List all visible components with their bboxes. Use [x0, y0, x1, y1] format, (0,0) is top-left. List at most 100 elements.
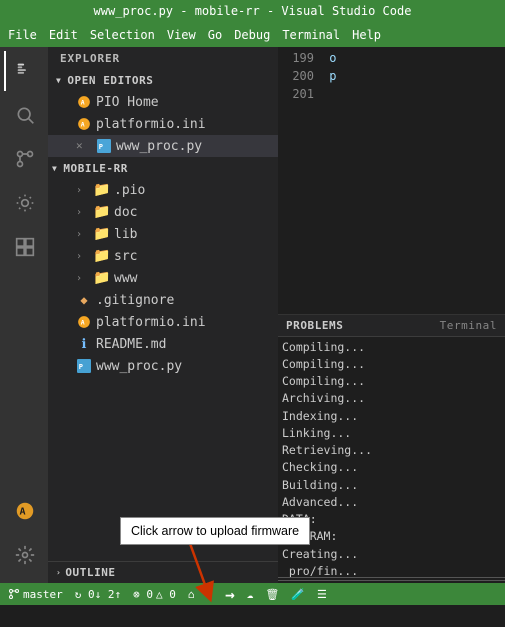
www-proc-py-label: www_proc.py [96, 359, 182, 374]
pio-home-icon: A [76, 94, 92, 110]
test-item[interactable]: 🧪 [291, 588, 305, 601]
chevron-src: › [76, 251, 90, 262]
chevron-www: › [76, 273, 90, 284]
file-gitignore[interactable]: ◆ .gitignore [48, 289, 278, 311]
output-line-3: Archiving... [282, 390, 501, 407]
www-proc-py-label-open: www_proc.py [116, 139, 202, 154]
git-branch-item[interactable]: master [8, 588, 63, 601]
activity-bottom-group: A [4, 491, 44, 583]
open-editor-platformio-ini[interactable]: A platformio.ini [48, 113, 278, 135]
list-item[interactable]: ☰ [317, 588, 327, 601]
outline-label: OUTLINE [65, 566, 115, 579]
doc-folder-label: doc [114, 205, 137, 220]
folder-pio[interactable]: › 📁 .pio [48, 179, 278, 201]
line-num-200: 200 [284, 67, 314, 85]
svg-text:A: A [20, 507, 26, 518]
line-text-199: o [329, 51, 336, 65]
trash-item[interactable]: 🗑 [265, 588, 279, 601]
problems-area: PROBLEMS Terminal Compiling... Compiling… [278, 314, 505, 578]
open-editors-section[interactable]: ▼ OPEN EDITORS [48, 69, 278, 91]
sync-item[interactable]: ↻ 0↓ 2↑ [75, 588, 121, 601]
readme-label: README.md [96, 337, 166, 352]
output-line-9: Advanced... [282, 494, 501, 511]
output-line-6: Retrieving... [282, 442, 501, 459]
settings-activity-icon[interactable] [4, 535, 44, 575]
home-item[interactable]: ⌂ [188, 588, 195, 601]
output-line-7: Checking... [282, 459, 501, 476]
explorer-activity-icon[interactable] [4, 51, 44, 91]
open-editor-www-proc-py[interactable]: ✕ P www_proc.py [48, 135, 278, 157]
file-platformio-ini[interactable]: A platformio.ini [48, 311, 278, 333]
search-activity-icon[interactable] [4, 95, 44, 135]
folder-src[interactable]: › 📁 src [48, 245, 278, 267]
mobile-rr-section[interactable]: ▼ MOBILE-RR [48, 157, 278, 179]
menu-view[interactable]: View [167, 28, 196, 42]
folder-doc[interactable]: › 📁 doc [48, 201, 278, 223]
folder-www[interactable]: › 📁 www [48, 267, 278, 289]
extensions-activity-icon[interactable] [4, 227, 44, 267]
check-item[interactable]: ✓ [206, 588, 213, 601]
code-line-201: 201 [284, 85, 499, 103]
open-editor-pio-home[interactable]: A PIO Home [48, 91, 278, 113]
terminal-label: Terminal [440, 319, 497, 332]
menu-debug[interactable]: Debug [234, 28, 270, 42]
menu-help[interactable]: Help [352, 28, 381, 42]
home-icon: ⌂ [188, 588, 195, 601]
menu-go[interactable]: Go [208, 28, 222, 42]
errors-label: ⊗ 0 [133, 588, 153, 601]
code-line-200: 200 p [284, 67, 499, 85]
output-line-12: Creating... [282, 546, 501, 563]
upload-arrow-item[interactable]: → [225, 585, 235, 604]
lib-folder-icon: 📁 [94, 226, 110, 242]
output-line-1: Compiling... [282, 356, 501, 373]
www-folder-icon: 📁 [94, 270, 110, 286]
editor-content: 199 o 200 p 201 [278, 47, 505, 314]
warnings-label: △ 0 [156, 588, 176, 601]
check-icon: ✓ [206, 588, 213, 601]
open-editors-label: OPEN EDITORS [67, 74, 153, 87]
src-folder-label: src [114, 249, 137, 264]
gitignore-label: .gitignore [96, 293, 174, 308]
title-text: www_proc.py - mobile-rr - Visual Studio … [94, 4, 412, 18]
svg-text:A: A [81, 98, 85, 106]
menu-file[interactable]: File [8, 28, 37, 42]
test-icon: 🧪 [291, 588, 305, 601]
debug-activity-icon[interactable] [4, 183, 44, 223]
output-line-8: Building... [282, 477, 501, 494]
pio-activity-icon[interactable]: A [4, 491, 44, 531]
menu-terminal[interactable]: Terminal [282, 28, 340, 42]
www-proc-py-icon: P [76, 358, 92, 374]
menu-selection[interactable]: Selection [90, 28, 155, 42]
folder-lib[interactable]: › 📁 lib [48, 223, 278, 245]
svg-text:P: P [79, 363, 83, 371]
file-www-proc-py[interactable]: P www_proc.py [48, 355, 278, 377]
status-bar: master ↻ 0↓ 2↑ ⊗ 0 △ 0 ⌂ ✓ → ☁ 🗑 🧪 ☰ Cli… [0, 583, 505, 605]
output-content: Compiling... Compiling... Compiling... A… [278, 337, 505, 578]
readme-icon: ℹ [76, 336, 92, 352]
file-readme[interactable]: ℹ README.md [48, 333, 278, 355]
pio-home-label: PIO Home [96, 95, 159, 110]
output-line-10: DATA: [282, 511, 501, 528]
main-layout: A EXPLORER ▼ OPEN EDITORS A PIO Home A p… [0, 47, 505, 583]
menu-edit[interactable]: Edit [49, 28, 78, 42]
svg-text:A: A [81, 318, 85, 326]
platformio-ini-icon: A [76, 314, 92, 330]
cloud-icon: ☁ [247, 588, 254, 601]
title-bar: www_proc.py - mobile-rr - Visual Studio … [0, 0, 505, 22]
www-proc-py-icon-open: P [96, 138, 112, 154]
outline-section[interactable]: › OUTLINE [48, 561, 278, 583]
cloud-item[interactable]: ☁ [247, 588, 254, 601]
close-www-proc-icon[interactable]: ✕ [76, 139, 90, 153]
chevron-doc: › [76, 207, 90, 218]
source-control-activity-icon[interactable] [4, 139, 44, 179]
activity-bar: A [0, 47, 48, 583]
chevron-pio: › [76, 185, 90, 196]
output-line-0: Compiling... [282, 339, 501, 356]
doc-folder-icon: 📁 [94, 204, 110, 220]
editor-area: 199 o 200 p 201 PROBLEMS Terminal Compil… [278, 47, 505, 583]
trash-icon: 🗑 [265, 588, 279, 601]
upload-arrow-icon[interactable]: → [225, 585, 235, 604]
output-line-4: Indexing... [282, 408, 501, 425]
errors-item[interactable]: ⊗ 0 △ 0 [133, 588, 176, 601]
output-line-11: PROGRAM: [282, 528, 501, 545]
